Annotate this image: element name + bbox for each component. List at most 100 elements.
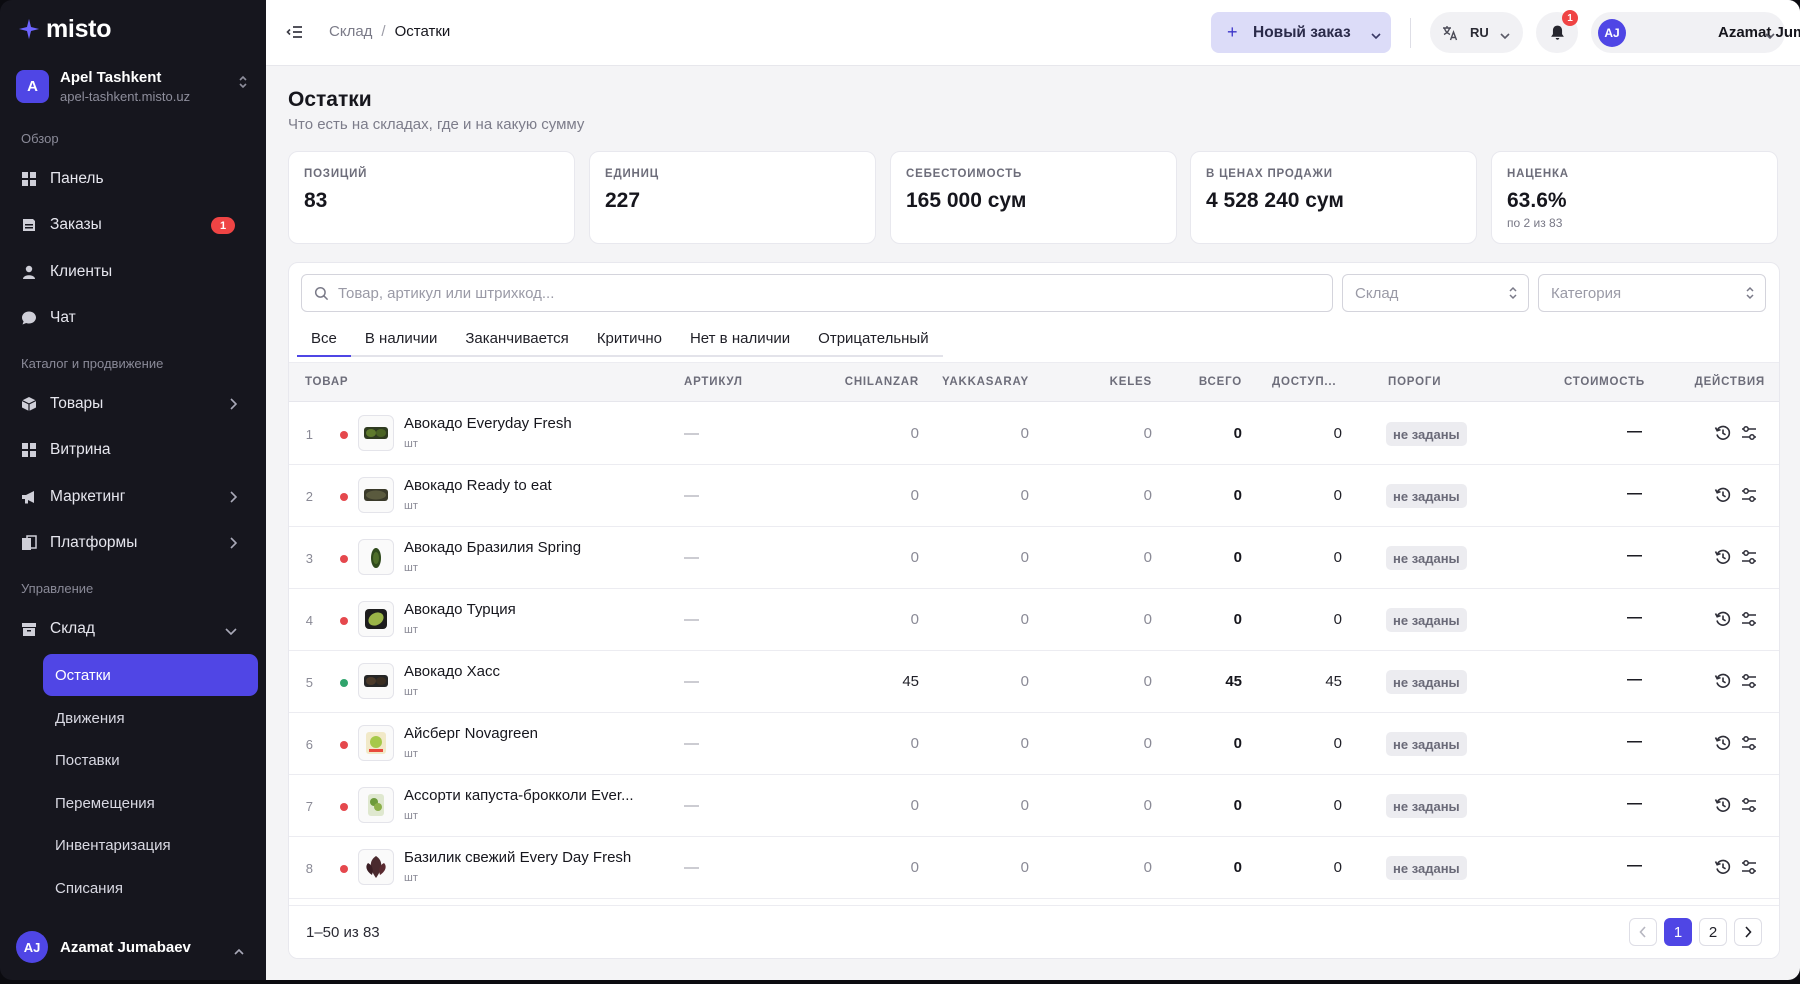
orders-icon <box>21 217 37 233</box>
nav-section-catalog: Каталог и продвижение <box>21 356 164 371</box>
adjust-stock-icon[interactable] <box>1740 548 1758 566</box>
table-row[interactable]: 7 Ассорти капуста-брокколи Ever... шт — 0 0 0 0… <box>289 775 1779 837</box>
user-profile-menu[interactable]: AJ Azamat Jumabaev <box>1591 12 1800 53</box>
language-switcher[interactable]: RU <box>1430 12 1523 53</box>
warehouse-select[interactable]: Склад <box>1342 274 1529 312</box>
adjust-stock-icon[interactable] <box>1740 796 1758 814</box>
history-icon[interactable] <box>1714 610 1732 628</box>
sidebar-item-warehouse[interactable]: Склад <box>21 610 247 648</box>
adjust-stock-icon[interactable] <box>1740 486 1758 504</box>
sidebar-item-orders[interactable]: Заказы 1 <box>21 206 247 244</box>
table-row[interactable]: 4 Авокадо Турция шт — 0 0 0 0 0 не заданы — <box>289 589 1779 651</box>
pagination-page-1[interactable]: 1 <box>1664 918 1692 946</box>
sidebar-subitem-transfers[interactable]: Перемещения <box>43 782 258 824</box>
product-name-link[interactable]: Авокадо Ready to eat <box>404 477 552 494</box>
sidebar-subitem-supplies[interactable]: Поставки <box>43 739 258 781</box>
history-icon[interactable] <box>1714 734 1732 752</box>
sidebar-item-chat[interactable]: Чат <box>21 299 247 337</box>
column-header-thresholds[interactable]: ПОРОГИ <box>1388 376 1441 388</box>
thresholds-badge[interactable]: не заданы <box>1386 546 1467 570</box>
tab-in-stock[interactable]: В наличии <box>351 321 452 355</box>
sidebar-subitem-movements[interactable]: Движения <box>43 697 258 739</box>
table-row[interactable]: 8 Базилик свежий Every Day Fresh шт — 0 0 0 0 0 н… <box>289 837 1779 899</box>
adjust-stock-icon[interactable] <box>1740 424 1758 442</box>
new-order-button[interactable]: + Новый заказ <box>1211 12 1391 53</box>
thresholds-badge[interactable]: не заданы <box>1386 608 1467 632</box>
product-thumbnail <box>358 663 394 699</box>
search-field[interactable] <box>301 274 1333 312</box>
history-icon[interactable] <box>1714 796 1732 814</box>
product-name-link[interactable]: Авокадо Everyday Fresh <box>404 415 572 432</box>
adjust-stock-icon[interactable] <box>1740 672 1758 690</box>
thresholds-badge[interactable]: не заданы <box>1386 670 1467 694</box>
tab-out-of-stock[interactable]: Нет в наличии <box>676 321 804 355</box>
tab-critical[interactable]: Критично <box>583 321 676 355</box>
column-header-yakkasaray[interactable]: YAKKASARAY <box>919 376 1029 388</box>
sidebar-subitem-writeoffs[interactable]: Списания <box>43 867 258 909</box>
product-name-link[interactable]: Авокадо Бразилия Spring <box>404 539 581 556</box>
tab-negative[interactable]: Отрицательный <box>804 321 942 355</box>
sidebar-item-storefront[interactable]: Витрина <box>21 431 247 469</box>
column-header-total[interactable]: ВСЕГО <box>1152 376 1242 388</box>
column-header-available[interactable]: ДОСТУП... <box>1272 376 1336 388</box>
table-row[interactable]: 2 Авокадо Ready to eat шт — 0 0 0 0 0 не заданы — <box>289 465 1779 527</box>
keles-qty: 0 <box>1143 859 1152 876</box>
history-icon[interactable] <box>1714 486 1732 504</box>
column-header-product[interactable]: ТОВАР <box>305 376 348 388</box>
table-row[interactable]: 5 Авокадо Хасс шт — 45 0 0 45 45 не заданы — <box>289 651 1779 713</box>
chevron-right-icon <box>229 490 238 508</box>
sidebar-item-products[interactable]: Товары <box>21 385 247 423</box>
product-name-link[interactable]: Базилик свежий Every Day Fresh <box>404 849 631 866</box>
sidebar-item-dashboard[interactable]: Панель <box>21 160 247 198</box>
breadcrumb-warehouse-link[interactable]: Склад <box>329 23 372 40</box>
category-select[interactable]: Категория <box>1538 274 1766 312</box>
sidebar-item-platforms[interactable]: Платформы <box>21 524 247 562</box>
table-row[interactable]: 1 Авокадо Everyday Fresh шт — 0 0 0 0 0 не заданы… <box>289 403 1779 465</box>
product-name-link[interactable]: Авокадо Турция <box>404 601 516 618</box>
adjust-stock-icon[interactable] <box>1740 610 1758 628</box>
product-name-link[interactable]: Ассорти капуста-брокколи Ever... <box>404 787 634 804</box>
history-icon[interactable] <box>1714 858 1732 876</box>
thresholds-badge[interactable]: не заданы <box>1386 484 1467 508</box>
history-icon[interactable] <box>1714 548 1732 566</box>
sku-cell: — <box>684 487 699 504</box>
org-switcher[interactable]: A Apel Tashkent apel-tashkent.misto.uz <box>16 66 254 106</box>
notifications-button[interactable]: 1 <box>1536 10 1578 53</box>
tab-all[interactable]: Все <box>297 321 351 357</box>
pagination-prev-button[interactable] <box>1629 918 1657 946</box>
sidebar-item-marketing[interactable]: Маркетинг <box>21 478 247 516</box>
chevron-right-icon <box>229 536 238 554</box>
column-header-cost[interactable]: СТОИМОСТЬ <box>1539 376 1645 388</box>
adjust-stock-icon[interactable] <box>1740 858 1758 876</box>
tab-running-low[interactable]: Заканчивается <box>451 321 582 355</box>
pagination-page-2[interactable]: 2 <box>1699 918 1727 946</box>
search-input[interactable] <box>338 284 1298 302</box>
sidebar-user-menu[interactable]: AJ Azamat Jumabaev <box>16 930 254 964</box>
column-header-chilanzar[interactable]: CHILANZAR <box>809 376 919 388</box>
stat-card-units: ЕДИНИЦ 227 <box>589 151 876 244</box>
history-icon[interactable] <box>1714 424 1732 442</box>
adjust-stock-icon[interactable] <box>1740 734 1758 752</box>
thresholds-badge[interactable]: не заданы <box>1386 794 1467 818</box>
product-name-link[interactable]: Айсберг Novagreen <box>404 725 538 742</box>
sidebar-toggle-icon[interactable] <box>286 23 304 41</box>
column-header-keles[interactable]: KELES <box>1052 376 1152 388</box>
logo[interactable]: misto <box>18 14 111 44</box>
column-header-sku[interactable]: АРТИКУЛ <box>684 376 743 388</box>
table-row[interactable]: 6 Айсберг Novagreen шт — 0 0 0 0 0 не заданы — <box>289 713 1779 775</box>
chevron-down-icon <box>1500 27 1510 44</box>
thresholds-badge[interactable]: не заданы <box>1386 732 1467 756</box>
product-name-link[interactable]: Авокадо Хасс <box>404 663 500 680</box>
sidebar-subitem-stock[interactable]: Остатки <box>43 654 258 696</box>
sidebar-subitem-inventory[interactable]: Инвентаризация <box>43 824 258 866</box>
org-avatar: A <box>16 69 49 103</box>
table-row[interactable]: 3 Авокадо Бразилия Spring шт — 0 0 0 0 0 не задан… <box>289 527 1779 589</box>
chevron-down-icon[interactable] <box>1371 27 1381 44</box>
toolbar-divider <box>1410 18 1411 48</box>
sidebar-item-clients[interactable]: Клиенты <box>21 253 247 291</box>
history-icon[interactable] <box>1714 672 1732 690</box>
row-number: 7 <box>305 799 313 814</box>
pagination-next-button[interactable] <box>1734 918 1762 946</box>
thresholds-badge[interactable]: не заданы <box>1386 422 1467 446</box>
thresholds-badge[interactable]: не заданы <box>1386 856 1467 880</box>
